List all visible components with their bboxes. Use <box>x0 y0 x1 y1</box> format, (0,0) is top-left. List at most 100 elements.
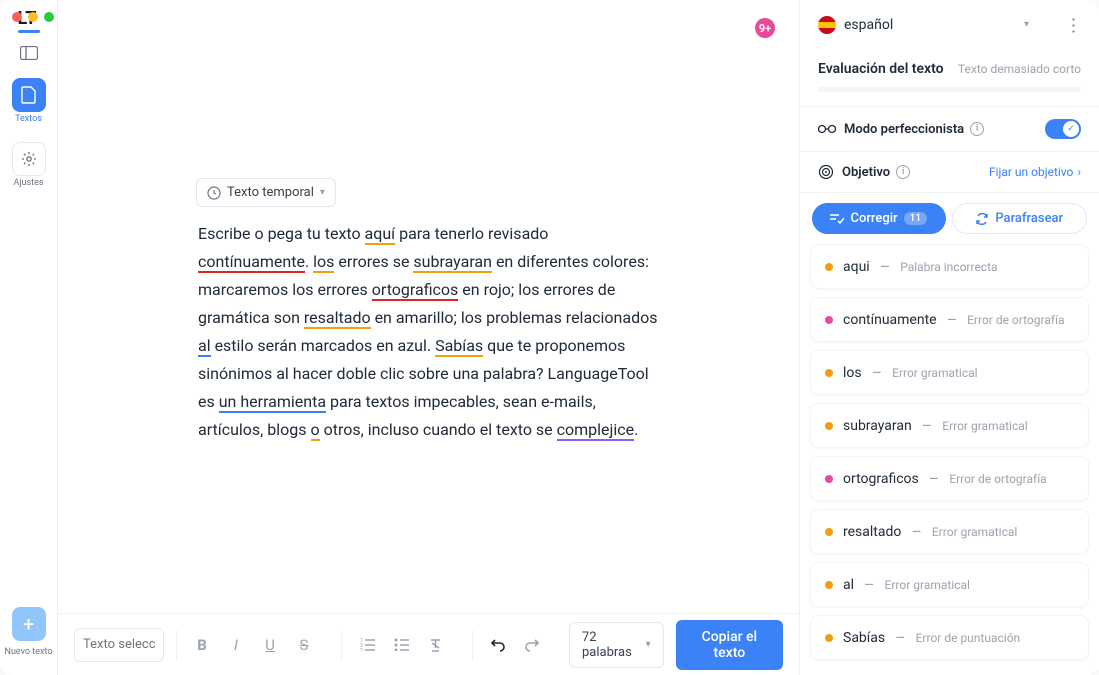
notification-badge[interactable]: 9+ <box>755 18 775 38</box>
issue-word: ortograficos <box>843 471 919 487</box>
chevron-down-icon: ▾ <box>646 639 651 650</box>
copy-text-button[interactable]: Copiar el texto <box>676 620 783 670</box>
issue-dot-icon <box>825 369 833 377</box>
issue-dot-icon <box>825 475 833 483</box>
info-icon[interactable]: i <box>970 122 984 136</box>
issue-type: Error de puntuación <box>916 631 1021 645</box>
language-selector[interactable]: español ▾ ⋯ <box>800 0 1099 49</box>
error-resaltado[interactable]: resaltado <box>304 308 371 329</box>
error-o[interactable]: o <box>311 420 320 441</box>
new-text-label: Nuevo texto <box>5 647 53 657</box>
editor-scroll: Escribe o pega tu texto aquí para tenerl… <box>58 0 799 613</box>
perfeccionista-toggle[interactable] <box>1045 119 1081 139</box>
maximize-window-button[interactable] <box>44 12 54 22</box>
tab-corregir-count: 11 <box>904 212 927 225</box>
nav-textos-button[interactable] <box>12 78 46 112</box>
issue-item[interactable]: ortograficos – Error de ortografía <box>810 456 1089 501</box>
nav-ajustes-label: Ajustes <box>14 178 44 188</box>
panel-toggle-icon[interactable] <box>20 46 38 60</box>
issue-word: los <box>843 365 862 381</box>
tab-corregir-label: Corregir <box>850 211 897 226</box>
info-icon[interactable]: i <box>896 165 910 179</box>
format-group-text: B I U S <box>176 630 329 660</box>
minimize-window-button[interactable] <box>28 12 38 22</box>
issue-item[interactable]: contínuamente – Error de ortografía <box>810 297 1089 342</box>
issue-dot-icon <box>825 634 833 642</box>
left-sidebar: LT Textos Ajustes + Nuevo texto <box>0 0 58 675</box>
issue-word: resaltado <box>843 524 901 540</box>
issue-type: Palabra incorrecta <box>900 260 997 274</box>
error-continuamente[interactable]: contínuamente <box>198 252 305 273</box>
temp-text-label: Texto temporal <box>227 185 314 200</box>
issue-item[interactable]: los – Error gramatical <box>810 350 1089 395</box>
temp-text-dropdown[interactable]: Texto temporal ▾ <box>196 178 336 207</box>
italic-button[interactable]: I <box>221 630 251 660</box>
issues-list[interactable]: aqui – Palabra incorrecta contínuamente … <box>800 244 1099 675</box>
ordered-list-button[interactable]: 123 <box>352 630 382 660</box>
format-group-list: 123 <box>341 630 460 660</box>
close-window-button[interactable] <box>12 12 22 22</box>
eval-progress <box>818 87 1081 92</box>
tab-parafrasear-label: Parafrasear <box>995 211 1063 226</box>
issue-item[interactable]: Sabías – Error de puntuación <box>810 615 1089 660</box>
app-window: LT Textos Ajustes + Nuevo texto 9+ Texto… <box>0 0 1099 675</box>
main-area: 9+ Texto temporal ▾ Escribe o pega tu te… <box>58 0 799 675</box>
error-los[interactable]: los <box>313 252 334 273</box>
tab-parafrasear[interactable]: Parafrasear <box>952 203 1088 234</box>
issue-dot-icon <box>825 528 833 536</box>
clock-icon <box>207 186 221 200</box>
issue-type: Error de ortografía <box>967 313 1064 327</box>
issue-item[interactable]: aqui – Palabra incorrecta <box>810 244 1089 289</box>
refresh-icon <box>975 213 989 225</box>
error-ortograficos[interactable]: ortograficos <box>372 280 459 301</box>
glasses-icon <box>818 124 836 134</box>
issue-item[interactable]: al – Error gramatical <box>810 562 1089 607</box>
perfeccionista-label: Modo perfeccionista <box>844 122 964 137</box>
issue-type: Error gramatical <box>942 419 1027 433</box>
eval-title: Evaluación del texto <box>818 61 944 77</box>
svg-text:3: 3 <box>360 648 363 651</box>
issue-item[interactable]: subrayaran – Error gramatical <box>810 403 1089 448</box>
undo-button[interactable] <box>483 630 513 660</box>
window-controls <box>12 12 54 22</box>
issue-type: Error de ortografía <box>949 472 1046 486</box>
issue-type: Error gramatical <box>932 525 1017 539</box>
more-menu-button[interactable]: ⋯ <box>1063 17 1084 33</box>
bold-button[interactable]: B <box>187 630 217 660</box>
error-al[interactable]: al <box>198 336 211 357</box>
error-complejice[interactable]: complejice <box>557 420 634 441</box>
right-panel: español ▾ ⋯ Evaluación del texto Texto d… <box>799 0 1099 675</box>
flag-spain-icon <box>818 16 836 34</box>
redo-button[interactable] <box>517 630 547 660</box>
bullet-list-button[interactable] <box>386 630 416 660</box>
check-list-icon <box>830 213 844 224</box>
strike-button[interactable]: S <box>289 630 319 660</box>
issue-word: al <box>843 577 854 593</box>
chevron-down-icon: ▾ <box>320 187 325 198</box>
format-group-history <box>472 630 557 660</box>
tab-corregir[interactable]: Corregir 11 <box>812 203 946 234</box>
error-subrayaran[interactable]: subrayaran <box>413 252 492 273</box>
issue-type: Error gramatical <box>892 366 977 380</box>
set-objective-link[interactable]: Fijar un objetivo› <box>989 165 1081 179</box>
error-herramienta[interactable]: un herramienta <box>219 392 326 413</box>
font-select[interactable] <box>74 628 164 662</box>
language-label: español <box>844 17 1016 33</box>
underline-button[interactable]: U <box>255 630 285 660</box>
eval-section: Evaluación del texto Texto demasiado cor… <box>800 49 1099 107</box>
issue-word: contínuamente <box>843 312 937 328</box>
nav-ajustes-button[interactable] <box>12 142 46 176</box>
error-aqui[interactable]: aquí <box>365 224 396 245</box>
error-sabias[interactable]: Sabías <box>435 336 483 357</box>
new-text-button[interactable]: + <box>12 607 46 641</box>
word-count-dropdown[interactable]: 72 palabras ▾ <box>569 622 664 668</box>
issue-dot-icon <box>825 263 833 271</box>
issue-item[interactable]: resaltado – Error gramatical <box>810 509 1089 554</box>
objetivo-row: Objetivoi Fijar un objetivo› <box>800 152 1099 193</box>
issue-type: Error gramatical <box>885 578 970 592</box>
issue-dot-icon <box>825 581 833 589</box>
chevron-down-icon: ▾ <box>1024 19 1029 30</box>
issue-word: aqui <box>843 259 870 275</box>
eval-note: Texto demasiado corto <box>958 62 1081 76</box>
clear-format-button[interactable] <box>420 630 450 660</box>
